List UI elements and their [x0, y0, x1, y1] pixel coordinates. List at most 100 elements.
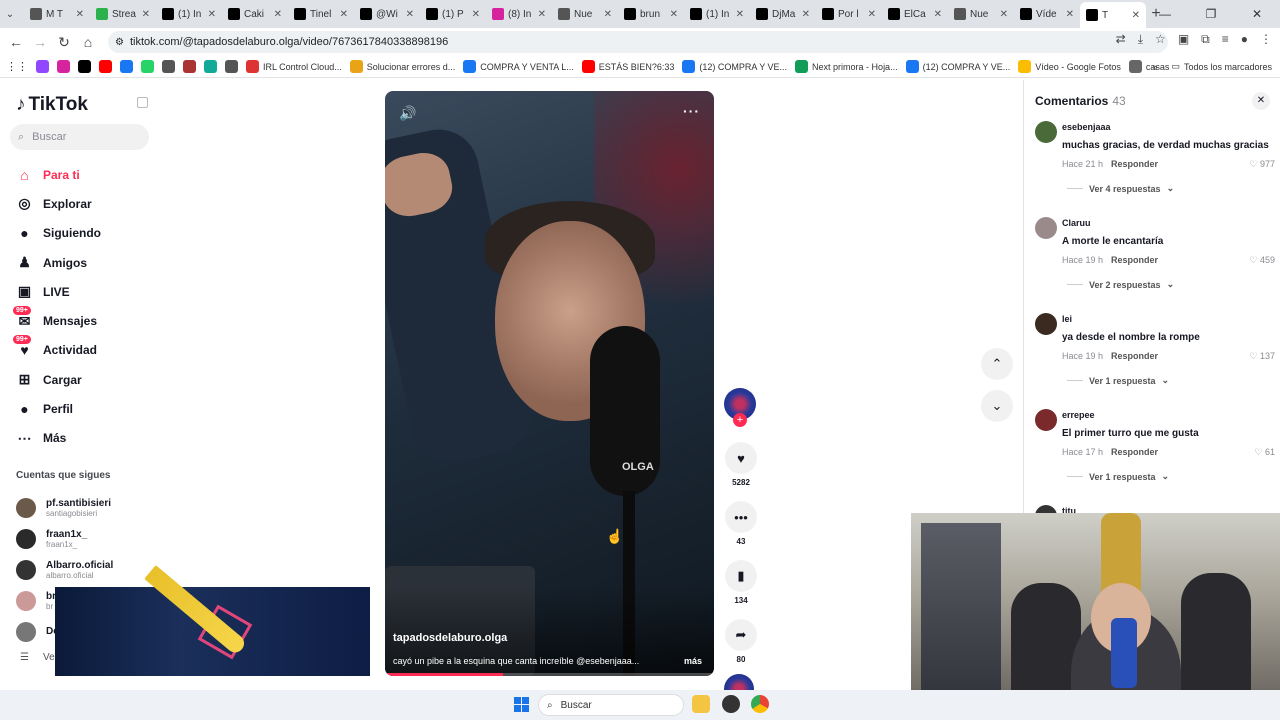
- search-input[interactable]: ⌕ Buscar: [10, 124, 149, 150]
- windows-start-icon[interactable]: [514, 697, 529, 712]
- bookmark-item[interactable]: [57, 60, 70, 73]
- share-icon[interactable]: ➦: [725, 619, 757, 651]
- reply-button[interactable]: Responder: [1111, 159, 1158, 169]
- comment-like[interactable]: ♡ 459: [1249, 255, 1275, 266]
- video-username[interactable]: tapadosdelaburo.olga: [393, 632, 507, 644]
- maximize-button[interactable]: ❐: [1188, 0, 1234, 28]
- tab-close-icon[interactable]: ✕: [274, 9, 282, 20]
- view-replies-button[interactable]: Ver 4 respuestas ⌄: [1067, 183, 1174, 194]
- tab-close-icon[interactable]: ✕: [1132, 10, 1140, 21]
- browser-tab[interactable]: @Wi ✕: [354, 3, 420, 25]
- video-progress-bar[interactable]: [385, 673, 714, 676]
- bookmarks-overflow-icon[interactable]: »: [1152, 62, 1157, 72]
- nav-item-mensajes[interactable]: ✉ 99+ Mensajes: [13, 305, 101, 335]
- like-action[interactable]: ♥ 5282: [724, 442, 758, 487]
- queue-icon[interactable]: ≡: [1222, 32, 1229, 47]
- nav-item-perfil[interactable]: ● Perfil: [16, 394, 101, 423]
- comment-avatar[interactable]: [1035, 409, 1057, 431]
- install-icon[interactable]: ⤓: [1138, 32, 1143, 47]
- comment-avatar[interactable]: [1035, 121, 1057, 143]
- volume-icon[interactable]: 🔊: [399, 105, 416, 122]
- tab-close-icon[interactable]: ✕: [868, 9, 876, 20]
- reply-button[interactable]: Responder: [1111, 447, 1158, 457]
- reply-button[interactable]: Responder: [1111, 351, 1158, 361]
- bookmark-item[interactable]: [225, 60, 238, 73]
- browser-tab[interactable]: DjMa ✕: [750, 3, 816, 25]
- tab-close-icon[interactable]: ✕: [208, 9, 216, 20]
- followed-account[interactable]: fraan1x_ fraan1x_: [16, 523, 113, 554]
- site-info-icon[interactable]: ⚙: [115, 37, 124, 48]
- extension-icon[interactable]: ▣: [1178, 32, 1189, 47]
- browser-tab[interactable]: Caki ✕: [222, 3, 288, 25]
- browser-tab[interactable]: Víde ✕: [1014, 3, 1080, 25]
- puzzle-icon[interactable]: ⧉: [1201, 32, 1210, 47]
- taskbar-search[interactable]: ⌕ Buscar: [538, 694, 684, 716]
- bookmark-star-icon[interactable]: ☆: [1155, 32, 1166, 47]
- tab-close-icon[interactable]: ✕: [736, 9, 744, 20]
- tab-close-icon[interactable]: ✕: [1000, 9, 1008, 20]
- tab-close-icon[interactable]: ✕: [142, 9, 150, 20]
- bookmark-item[interactable]: [99, 60, 112, 73]
- browser-tab[interactable]: (8) In ✕: [486, 3, 552, 25]
- nav-item-cargar[interactable]: ⊞ Cargar: [16, 365, 101, 394]
- caption-more-link[interactable]: más: [684, 656, 702, 666]
- browser-tab[interactable]: Nue ✕: [552, 3, 618, 25]
- bookmark-item[interactable]: (12) COMPRA Y VE...: [682, 60, 787, 73]
- bookmark-item[interactable]: COMPRA Y VENTA L...: [463, 60, 574, 73]
- tab-close-icon[interactable]: ✕: [340, 9, 348, 20]
- nav-item-para-ti[interactable]: ⌂ Para ti: [16, 160, 101, 189]
- view-replies-button[interactable]: Ver 1 respuesta ⌄: [1067, 471, 1169, 482]
- bookmark-item[interactable]: [162, 60, 175, 73]
- browser-tab[interactable]: Nue ✕: [948, 3, 1014, 25]
- followed-account[interactable]: Albarro.oficial albarro.oficial: [16, 554, 113, 585]
- browser-tab[interactable]: Por l ✕: [816, 3, 882, 25]
- tab-close-icon[interactable]: ✕: [604, 9, 612, 20]
- chrome-icon[interactable]: [751, 695, 769, 713]
- nav-item-actividad[interactable]: ♥ 99+ Actividad: [13, 334, 101, 365]
- tab-close-icon[interactable]: ✕: [1066, 9, 1074, 20]
- bookmark-item[interactable]: (12) COMPRA Y VE...: [905, 60, 1010, 73]
- comment-like[interactable]: ♡ 137: [1249, 351, 1275, 362]
- bookmark-item[interactable]: ESTÁS BIEN?6:33: [581, 60, 674, 73]
- browser-tab[interactable]: M T ✕: [24, 3, 90, 25]
- tiktok-logo[interactable]: ♪ TikTok: [16, 94, 88, 116]
- tab-close-icon[interactable]: ✕: [538, 9, 546, 20]
- previous-video-button[interactable]: ⌃: [981, 348, 1013, 380]
- comment-icon[interactable]: •••: [725, 501, 757, 533]
- browser-tab[interactable]: Tinel ✕: [288, 3, 354, 25]
- comment-username[interactable]: esebenjaaa: [1062, 122, 1111, 132]
- heart-icon[interactable]: ♥: [725, 442, 757, 474]
- bookmark-item[interactable]: [78, 60, 91, 73]
- video-more-icon[interactable]: ···: [683, 103, 700, 119]
- share-action[interactable]: ➦ 80: [724, 619, 758, 664]
- follow-plus-button[interactable]: +: [733, 413, 747, 427]
- view-replies-button[interactable]: Ver 1 respuesta ⌄: [1067, 375, 1169, 386]
- translate-icon[interactable]: ⇄: [1116, 32, 1126, 47]
- file-explorer-icon[interactable]: [692, 695, 710, 713]
- close-comments-button[interactable]: ✕: [1252, 92, 1270, 110]
- forward-button[interactable]: →: [28, 34, 52, 50]
- back-button[interactable]: ←: [4, 34, 28, 50]
- bookmark-item[interactable]: IRL Control Cloud...: [246, 60, 342, 73]
- author-avatar[interactable]: +: [724, 388, 756, 427]
- comment-username[interactable]: lei: [1062, 314, 1072, 324]
- minimize-button[interactable]: —: [1142, 0, 1188, 28]
- bookmark-item[interactable]: Solucionar errores d...: [349, 60, 455, 73]
- tab-close-icon[interactable]: ✕: [472, 9, 480, 20]
- browser-tab[interactable]: brun ✕: [618, 3, 684, 25]
- view-replies-button[interactable]: Ver 2 respuestas ⌄: [1067, 279, 1174, 290]
- bookmark-item[interactable]: [183, 60, 196, 73]
- all-bookmarks-folder[interactable]: ▭ Todos los marcadores: [1171, 61, 1272, 72]
- nav-item-siguiendo[interactable]: ● Siguiendo: [16, 219, 101, 248]
- bookmark-icon[interactable]: ▮: [725, 560, 757, 592]
- close-window-button[interactable]: ✕: [1234, 0, 1280, 28]
- tab-close-icon[interactable]: ✕: [76, 9, 84, 20]
- tab-close-icon[interactable]: ✕: [670, 9, 678, 20]
- bookmark-item[interactable]: [141, 60, 154, 73]
- bookmark-item[interactable]: [36, 60, 49, 73]
- bookmark-item[interactable]: [120, 60, 133, 73]
- home-icon-button[interactable]: ⌂: [76, 34, 100, 50]
- reply-button[interactable]: Responder: [1111, 255, 1158, 265]
- see-more-link[interactable]: ☰ Ve: [20, 652, 55, 663]
- bookmark-item[interactable]: Vídeo - Google Fotos: [1018, 60, 1121, 73]
